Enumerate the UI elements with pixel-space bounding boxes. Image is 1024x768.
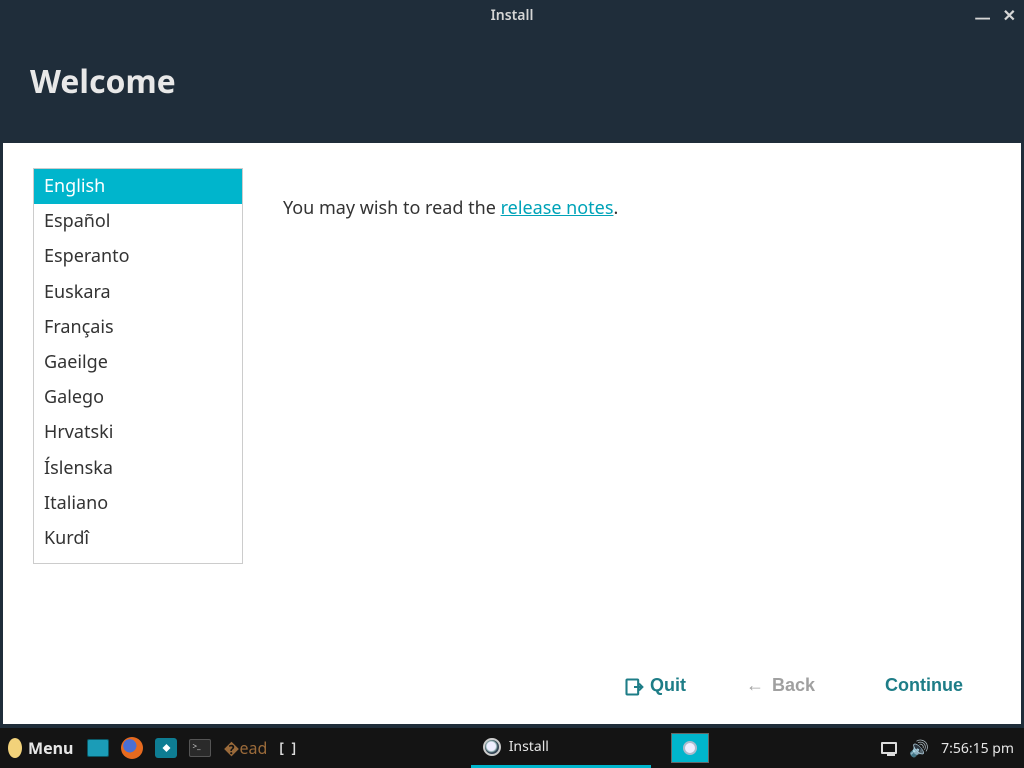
language-option[interactable]: Español: [34, 204, 242, 239]
brackets-launcher[interactable]: [ ]: [273, 728, 304, 768]
taskbar-right: 🔊 7:56:15 pm: [875, 728, 1024, 768]
clock[interactable]: 7:56:15 pm: [941, 739, 1014, 758]
installer-window: Install — ✕ Welcome EnglishEspañolEspera…: [0, 0, 1024, 728]
header: Welcome: [0, 30, 1024, 143]
quit-icon: [624, 677, 642, 695]
thumb-disc-icon: [683, 741, 697, 755]
language-option[interactable]: Esperanto: [34, 239, 242, 274]
window-thumbnail[interactable]: [671, 733, 709, 763]
titlebar[interactable]: Install — ✕: [0, 0, 1024, 30]
language-option[interactable]: English: [34, 169, 242, 204]
main-row: EnglishEspañolEsperantoEuskaraFrançaisGa…: [33, 168, 991, 655]
language-option[interactable]: Kurdî: [34, 521, 242, 556]
distro-logo-icon: [8, 738, 22, 758]
content-area: EnglishEspañolEsperantoEuskaraFrançaisGa…: [3, 143, 1021, 724]
language-option[interactable]: Latviski: [34, 556, 242, 564]
back-label: Back: [772, 675, 815, 696]
language-option[interactable]: Euskara: [34, 275, 242, 310]
volume-tray-icon[interactable]: 🔊: [909, 737, 929, 759]
language-option[interactable]: Hrvatski: [34, 415, 242, 450]
boot-icon: �ead: [223, 737, 267, 759]
language-option[interactable]: Galego: [34, 380, 242, 415]
info-prefix: You may wish to read the: [283, 196, 501, 220]
info-text: You may wish to read the release notes.: [283, 168, 991, 655]
page-title: Welcome: [30, 60, 994, 103]
firefox-icon: [121, 737, 143, 759]
quit-button[interactable]: Quit: [624, 675, 686, 696]
back-button: ← Back: [746, 675, 815, 696]
taskbar-center: Install: [304, 728, 875, 768]
language-option[interactable]: Íslenska: [34, 451, 242, 486]
release-notes-link[interactable]: release notes: [501, 196, 614, 220]
info-suffix: .: [613, 196, 618, 220]
display-tray-icon[interactable]: [881, 742, 897, 754]
show-desktop-button[interactable]: [81, 728, 115, 768]
close-icon[interactable]: ✕: [1003, 4, 1016, 26]
language-list[interactable]: EnglishEspañolEsperantoEuskaraFrançaisGa…: [33, 168, 243, 564]
language-option[interactable]: Français: [34, 310, 242, 345]
screen-icon: [881, 742, 897, 754]
taskbar: Menu �ead [ ] Install 🔊 7:56:15 pm: [0, 728, 1024, 768]
language-option[interactable]: Gaeilge: [34, 345, 242, 380]
continue-button[interactable]: Continue: [885, 675, 963, 696]
brackets-icon: [ ]: [279, 739, 298, 758]
quit-label: Quit: [650, 675, 686, 696]
task-install[interactable]: Install: [471, 728, 651, 768]
terminal-launcher[interactable]: [183, 728, 217, 768]
continue-label: Continue: [885, 675, 963, 696]
language-option[interactable]: Italiano: [34, 486, 242, 521]
taskbar-left: Menu �ead [ ]: [0, 728, 304, 768]
minimize-icon[interactable]: —: [975, 6, 991, 28]
menu-label: Menu: [28, 737, 73, 759]
task-label: Install: [509, 737, 549, 756]
desktop-icon: [87, 739, 109, 757]
firefox-launcher[interactable]: [115, 728, 149, 768]
menu-button[interactable]: Menu: [0, 728, 81, 768]
speaker-icon: 🔊: [909, 737, 929, 759]
files-icon: [155, 738, 177, 758]
window-controls: — ✕: [975, 4, 1016, 26]
files-launcher[interactable]: [149, 728, 183, 768]
launcher-item[interactable]: �ead: [217, 728, 273, 768]
back-arrow-icon: ←: [746, 675, 764, 696]
installer-disc-icon: [483, 738, 501, 756]
terminal-icon: [189, 739, 211, 757]
window-title: Install: [491, 6, 534, 25]
button-row: Quit ← Back Continue: [33, 655, 991, 706]
